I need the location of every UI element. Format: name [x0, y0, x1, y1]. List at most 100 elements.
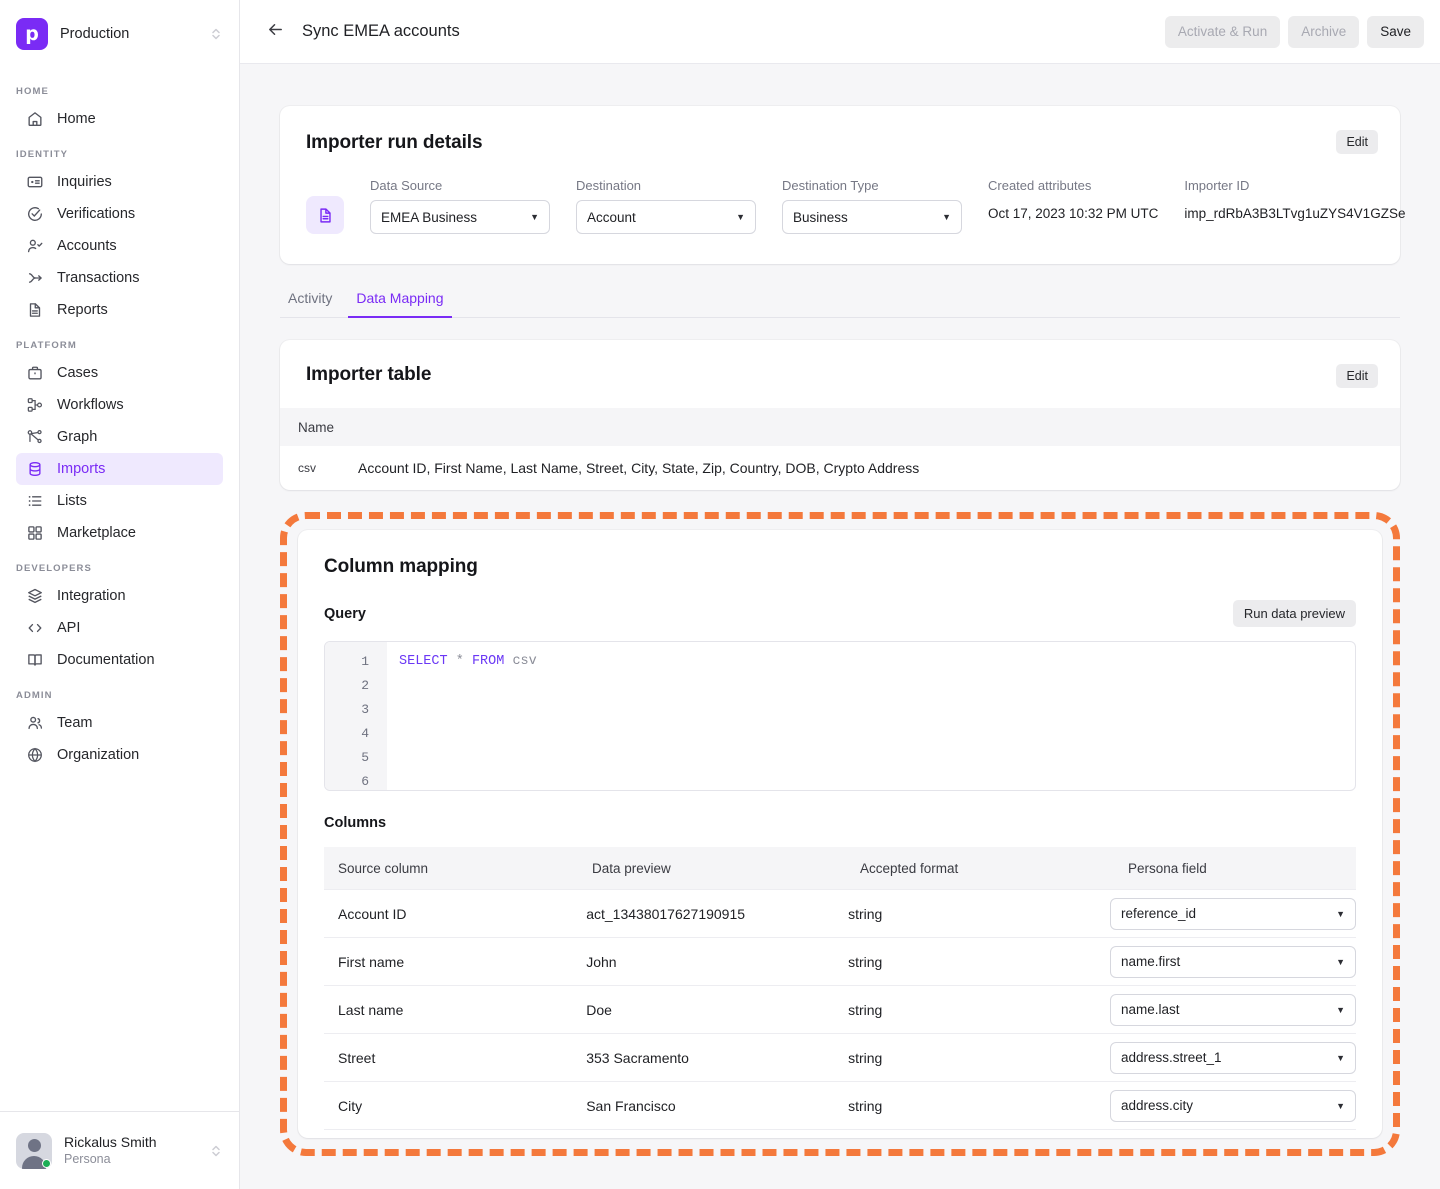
- archive-button[interactable]: Archive: [1288, 15, 1360, 48]
- detail-tabs: Activity Data Mapping: [280, 284, 1400, 318]
- sidebar-item-graph[interactable]: Graph: [16, 421, 223, 453]
- sidebar-nav: HOME Home IDENTITY Inquiries Verificatio…: [0, 68, 239, 1111]
- code-brackets-icon: [26, 619, 44, 637]
- sidebar-item-inquiries[interactable]: Inquiries: [16, 166, 223, 198]
- sidebar-item-label: Workflows: [57, 397, 124, 413]
- created-attributes-value: Oct 17, 2023 10:32 PM UTC: [988, 206, 1159, 221]
- chevron-down-icon: ▼: [736, 212, 745, 222]
- persona-field-select[interactable]: address.street_1 ▼: [1110, 1041, 1356, 1074]
- tab-activity[interactable]: Activity: [280, 284, 340, 318]
- topbar: Sync EMEA accounts Activate & Run Archiv…: [240, 0, 1440, 64]
- persona-field-select[interactable]: name.first ▼: [1110, 945, 1356, 978]
- save-button[interactable]: Save: [1367, 15, 1424, 48]
- editor-line-numbers: 1 2 3 4 5 6: [325, 642, 387, 790]
- nav-section-developers: DEVELOPERS: [16, 563, 92, 574]
- table-row: Account ID act_13438017627190915 string …: [324, 889, 1356, 937]
- nav-section-home: HOME: [16, 86, 49, 97]
- persona-field-select[interactable]: name.last ▼: [1110, 993, 1356, 1026]
- sidebar-item-cases[interactable]: Cases: [16, 357, 223, 389]
- activate-and-run-button[interactable]: Activate & Run: [1164, 15, 1281, 48]
- user-account-switcher[interactable]: Rickalus Smith Persona: [0, 1111, 239, 1189]
- sidebar-item-api[interactable]: API: [16, 612, 223, 644]
- persona-field-cell: reference_id ▼: [1110, 897, 1356, 930]
- importer-id-field: Importer ID imp_rdRbA3B3LTvg1uZYS4V1GZSe: [1184, 178, 1405, 221]
- sidebar-item-home[interactable]: Home: [16, 103, 223, 135]
- destination-select[interactable]: Account ▼: [576, 200, 756, 234]
- sidebar-item-integration[interactable]: Integration: [16, 580, 223, 612]
- accepted-format-value: string: [848, 1097, 883, 1114]
- column-header-name: Name: [298, 419, 335, 435]
- persona-field-value: name.last: [1121, 1002, 1180, 1017]
- chevron-down-icon: ▼: [942, 212, 951, 222]
- table-row: Street 353 Sacramento string address.str…: [324, 1033, 1356, 1081]
- data-preview-value: act_13438017627190915: [586, 905, 746, 922]
- chevron-down-icon: ▼: [1336, 1052, 1345, 1063]
- sidebar-item-marketplace[interactable]: Marketplace: [16, 517, 223, 549]
- user-check-icon: [26, 237, 44, 255]
- tab-data-mapping[interactable]: Data Mapping: [348, 284, 452, 318]
- avatar: [16, 1132, 52, 1169]
- sidebar-item-label: Cases: [57, 365, 99, 381]
- sidebar-item-accounts[interactable]: Accounts: [16, 230, 223, 262]
- sidebar-item-lists[interactable]: Lists: [16, 485, 223, 517]
- edit-importer-table-button[interactable]: Edit: [1336, 364, 1378, 388]
- accepted-format-value: string: [848, 1001, 883, 1018]
- code-line-1: SELECT * FROM csv: [399, 650, 1355, 674]
- line-number: 5: [361, 750, 369, 765]
- grid-icon: [26, 524, 44, 542]
- destination-label: Destination: [576, 178, 642, 193]
- destination-value: Account: [587, 209, 636, 225]
- sidebar-item-team[interactable]: Team: [16, 707, 223, 739]
- data-preview-value: San Francisco: [586, 1097, 676, 1114]
- document-icon: [26, 301, 44, 319]
- destination-field: Destination Account ▼: [576, 178, 756, 234]
- edit-run-details-button[interactable]: Edit: [1336, 130, 1378, 154]
- topbar-actions: Activate & Run Archive Save: [1164, 15, 1424, 48]
- data-source-field: Data Source EMEA Business ▼: [370, 178, 550, 234]
- source-column-value: Last name: [338, 1001, 404, 1018]
- sidebar-item-documentation[interactable]: Documentation: [16, 644, 223, 676]
- sidebar-item-imports[interactable]: Imports: [16, 453, 223, 485]
- data-source-label: Data Source: [370, 178, 443, 193]
- globe-icon: [26, 746, 44, 764]
- content-scroll: Importer run details Edit Data Source EM…: [240, 64, 1440, 1189]
- destination-type-select[interactable]: Business ▼: [782, 200, 962, 234]
- sidebar-item-label: Transactions: [57, 270, 140, 286]
- data-preview-value: Doe: [586, 1001, 612, 1018]
- importer-run-details-card: Importer run details Edit Data Source EM…: [280, 106, 1405, 264]
- id-card-icon: [26, 173, 44, 191]
- destination-type-field: Destination Type Business ▼: [782, 178, 962, 234]
- persona-field-select[interactable]: address.city ▼: [1110, 1089, 1356, 1122]
- sidebar-item-label: Inquiries: [57, 174, 112, 190]
- source-column-value: First name: [338, 953, 405, 970]
- online-status-dot: [42, 1158, 51, 1168]
- persona-field-value: address.city: [1121, 1098, 1194, 1113]
- table-row[interactable]: csv Account ID, First Name, Last Name, S…: [280, 446, 1400, 490]
- list-icon: [26, 492, 44, 510]
- run-data-preview-button[interactable]: Run data preview: [1232, 600, 1356, 627]
- briefcase-icon: [26, 364, 44, 382]
- workflow-icon: [26, 396, 44, 414]
- sidebar-item-transactions[interactable]: Transactions: [16, 262, 223, 294]
- sidebar-item-label: Lists: [57, 493, 87, 509]
- persona-field-select[interactable]: reference_id ▼: [1110, 897, 1356, 930]
- source-column-value: City: [338, 1097, 363, 1114]
- sidebar-item-organization[interactable]: Organization: [16, 739, 223, 771]
- back-button[interactable]: [262, 19, 288, 45]
- editor-code-area[interactable]: SELECT * FROM csv: [387, 642, 1355, 790]
- org-switcher[interactable]: p Production: [0, 0, 239, 68]
- sidebar-item-reports[interactable]: Reports: [16, 294, 223, 326]
- sidebar-item-label: Graph: [57, 429, 98, 445]
- user-meta: Rickalus Smith Persona: [64, 1133, 197, 1168]
- sidebar-item-verifications[interactable]: Verifications: [16, 198, 223, 230]
- column-mapping-highlight: Column mapping Query Run data preview 1 …: [280, 512, 1400, 1156]
- persona-field-cell: address.city ▼: [1110, 1089, 1356, 1122]
- nav-section-identity: IDENTITY: [16, 149, 69, 160]
- sidebar-item-workflows[interactable]: Workflows: [16, 389, 223, 421]
- sql-editor[interactable]: 1 2 3 4 5 6 SELECT * FROM csv: [324, 641, 1356, 791]
- line-number: 6: [361, 774, 369, 789]
- data-source-select[interactable]: EMEA Business ▼: [370, 200, 550, 234]
- persona-logo: p: [16, 18, 48, 50]
- destination-type-label: Destination Type: [782, 178, 879, 193]
- sidebar-item-label: Organization: [57, 747, 140, 763]
